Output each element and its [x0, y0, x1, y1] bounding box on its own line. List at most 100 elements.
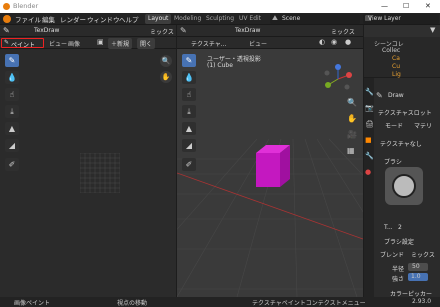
tab-layout[interactable]: Layout	[145, 14, 172, 24]
annotate-tool[interactable]: ✐	[182, 158, 196, 171]
output-tab-icon[interactable]: 🖨	[365, 120, 374, 128]
smear-tool[interactable]: ☝	[5, 88, 19, 101]
soften-tool[interactable]: 💧	[5, 71, 19, 84]
menu-edit[interactable]: 編集	[42, 14, 55, 24]
top-menu-bar: ファイル 編集 レンダー ウィンドウ ヘルプ Layout Modeling S…	[0, 13, 440, 25]
properties-editor: 🔧 📷 🖨 ■ 🔧 ● ✎ Draw テクスチャスロット モード マテリ テクス…	[364, 78, 440, 298]
tool-tab-icon[interactable]: 🔧	[365, 88, 374, 96]
mask-tool[interactable]: ◢	[5, 139, 19, 152]
modifier-tab-icon[interactable]: 🔧	[365, 152, 374, 160]
properties-tabs: 🔧 📷 🖨 ■ 🔧 ●	[364, 78, 374, 297]
menu-view[interactable]: ビュー	[249, 39, 267, 48]
maximize-button[interactable]: ☐	[403, 2, 409, 10]
outliner-item-collection[interactable]: Collec	[382, 47, 400, 54]
clone-tool[interactable]: ⤓	[5, 105, 19, 118]
no-texture-label: テクスチャなし	[380, 141, 422, 148]
outliner-item-light[interactable]: Lig	[392, 71, 401, 78]
viewport-tool-header: ✎ TexDraw ミックス	[177, 25, 363, 37]
brush-settings-header[interactable]: ブラシ設定	[384, 237, 414, 246]
image-editor: ✎ TexDraw ミックス ✎ ペイント ビュー 画像 ▣ ＋新規 開く ✎ …	[0, 25, 176, 297]
strength-label: 強さ	[392, 276, 405, 283]
blend-value[interactable]: ミックス	[411, 250, 435, 259]
outliner-item-camera[interactable]: Ca	[392, 55, 400, 62]
camera-icon[interactable]: 🎥	[347, 130, 357, 139]
texture-slots-header[interactable]: テクスチャスロット	[378, 108, 432, 117]
strength-field[interactable]: 1.0	[408, 273, 428, 281]
brush-icon[interactable]: ✎	[180, 26, 187, 35]
outliner-item-cube[interactable]: Cu	[392, 63, 400, 70]
strength-value: 1.0	[411, 273, 421, 280]
cube-object[interactable]	[252, 145, 292, 189]
editor-header: ✎ ペイント ビュー 画像 ▣ ＋新規 開く	[0, 37, 176, 49]
status-context-menu: テクスチャペイントコンテクストメニュー	[252, 300, 366, 307]
brush-preview[interactable]	[385, 167, 423, 205]
brush-icon[interactable]: ✎	[3, 26, 10, 35]
brush-field[interactable]: T...	[384, 224, 393, 231]
scene-label: Scene	[282, 15, 301, 22]
fill-tool[interactable]: ▲	[182, 122, 196, 135]
solid-shading-icon[interactable]: ●	[345, 38, 351, 46]
blend-mode[interactable]: ミックス	[331, 27, 355, 36]
menu-window[interactable]: ウィンドウ	[87, 14, 120, 24]
close-button[interactable]: ✕	[425, 2, 431, 10]
clone-tool[interactable]: ⤓	[182, 105, 196, 118]
brush-name[interactable]: TexDraw	[235, 27, 260, 34]
tab-modeling[interactable]: Modeling	[171, 14, 204, 24]
mode-selector[interactable]: ✎ ペイント	[1, 38, 44, 49]
minimize-button[interactable]: —	[381, 2, 388, 10]
new-image-button[interactable]: ＋新規	[108, 38, 133, 49]
filter-icon[interactable]: ▼	[430, 26, 435, 34]
draw-tool[interactable]: ✎	[5, 54, 19, 67]
image-canvas-grid	[80, 153, 120, 193]
tab-uv-edit[interactable]: UV Edit	[236, 14, 264, 24]
mode-value[interactable]: マテリ	[414, 121, 432, 130]
mask-tool[interactable]: ◢	[182, 139, 196, 152]
brush-name[interactable]: TexDraw	[34, 27, 59, 34]
menu-image[interactable]: 画像	[68, 39, 80, 48]
radius-value: 50	[412, 263, 420, 270]
zoom-icon[interactable]: 🔍	[347, 98, 357, 107]
new-label: 新規	[117, 41, 130, 48]
annotate-tool[interactable]: ✐	[5, 158, 19, 171]
menu-file[interactable]: ファイル	[15, 14, 41, 24]
material-tab-icon[interactable]: ●	[365, 168, 371, 176]
hand-icon[interactable]: ✋	[347, 114, 357, 123]
status-view-move: 視点の移動	[117, 300, 148, 307]
mode-label[interactable]: テクスチャ...	[191, 39, 226, 48]
fill-tool[interactable]: ▲	[5, 122, 19, 135]
smear-tool[interactable]: ☝	[182, 88, 196, 101]
brush-user-count: 2	[398, 224, 402, 231]
status-image-paint: 画像ペイント	[14, 300, 51, 307]
radius-field[interactable]: 50	[408, 263, 428, 271]
3d-viewport[interactable]: ✎ TexDraw ミックス テクスチャ... ビュー ◐ ◉ ● ユーザー・透…	[177, 25, 363, 297]
view-layer-selector[interactable]: ▤ View Layer	[363, 14, 439, 24]
navigation-gizmo[interactable]	[322, 63, 354, 95]
brush-draw-icon: ✎	[376, 91, 383, 100]
brush-preview-icon	[392, 174, 416, 198]
soften-tool[interactable]: 💧	[182, 71, 196, 84]
render-tab-icon[interactable]: 📷	[365, 104, 374, 112]
menu-render[interactable]: レンダー	[60, 14, 86, 24]
blender-menu-icon[interactable]	[3, 15, 11, 23]
shading-icon[interactable]: ◐	[319, 38, 325, 46]
object-tab-icon[interactable]: ■	[365, 136, 372, 144]
menu-help[interactable]: ヘルプ	[119, 14, 139, 24]
overlay-icon[interactable]: ◉	[331, 38, 337, 46]
menu-view[interactable]: ビュー	[49, 39, 67, 48]
viewport-header: テクスチャ... ビュー ◐ ◉ ●	[177, 37, 363, 49]
open-image-button[interactable]: 開く	[137, 38, 156, 49]
scene-selector[interactable]: ⛰ Scene	[270, 14, 360, 24]
viewport-info-object: (1) Cube	[207, 62, 233, 69]
brush-section-header[interactable]: ブラシ	[384, 157, 402, 166]
blend-mode[interactable]: ミックス	[150, 27, 174, 36]
hand-icon[interactable]: ✋	[160, 71, 172, 83]
image-browse-icon[interactable]: ▣	[97, 38, 104, 46]
brush-title: Draw	[388, 92, 404, 99]
title-bar: Blender — ☐ ✕	[0, 0, 440, 13]
blend-label: ブレンド	[380, 252, 405, 259]
perspective-icon[interactable]: ▦	[347, 146, 355, 155]
tab-sculpting[interactable]: Sculpting	[203, 14, 237, 24]
zoom-icon[interactable]: 🔍	[160, 55, 172, 67]
scene-icon: ⛰	[272, 14, 278, 22]
draw-tool[interactable]: ✎	[182, 54, 196, 67]
